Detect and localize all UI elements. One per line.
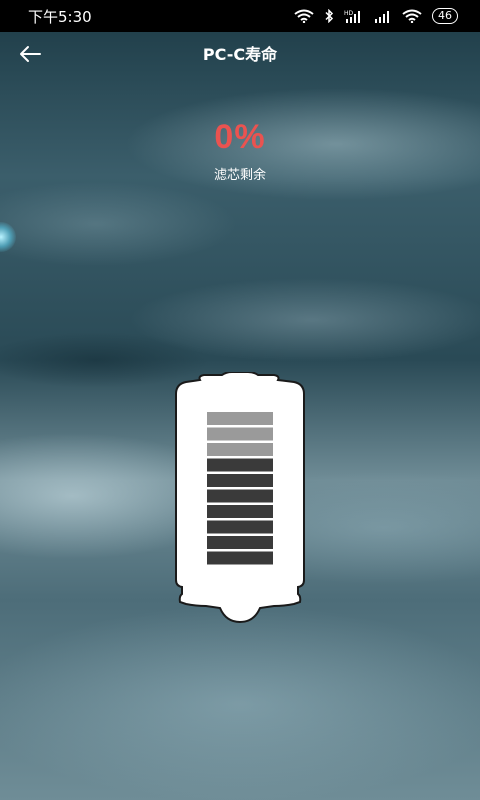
filter-segment-remaining [207, 551, 273, 565]
filter-segment-remaining [207, 474, 273, 487]
page-title: PC-C寿命 [202, 45, 278, 64]
filter-segment-remaining [207, 536, 273, 549]
status-icons: HD 46 [294, 8, 458, 24]
svg-text:HD: HD [344, 10, 354, 17]
hd-signal-icon: HD [344, 9, 364, 23]
filter-remaining-percent: 0% [214, 118, 266, 156]
bluetooth-icon [324, 9, 334, 23]
header: PC-C寿命 [0, 32, 480, 74]
filter-segment-used [207, 443, 273, 456]
filter-segment-remaining [207, 458, 273, 472]
filter-segment-used [207, 427, 273, 441]
wifi-icon [402, 9, 422, 23]
filter-segment-remaining [207, 505, 273, 518]
battery-icon: 46 [432, 8, 458, 24]
filter-segment-remaining [207, 489, 273, 503]
status-bar: 下午5:30 HD 46 [0, 0, 480, 32]
arrow-left-icon [20, 46, 41, 62]
filter-segment-remaining [207, 520, 273, 534]
back-button[interactable] [16, 40, 44, 68]
status-time: 下午5:30 [28, 7, 92, 26]
signal-icon [374, 9, 392, 23]
wifi-icon [294, 9, 314, 23]
filter-segment-used [207, 412, 273, 425]
filter-remaining-label: 滤芯剩余 [213, 168, 266, 183]
filter-cartridge-graphic [170, 372, 310, 627]
